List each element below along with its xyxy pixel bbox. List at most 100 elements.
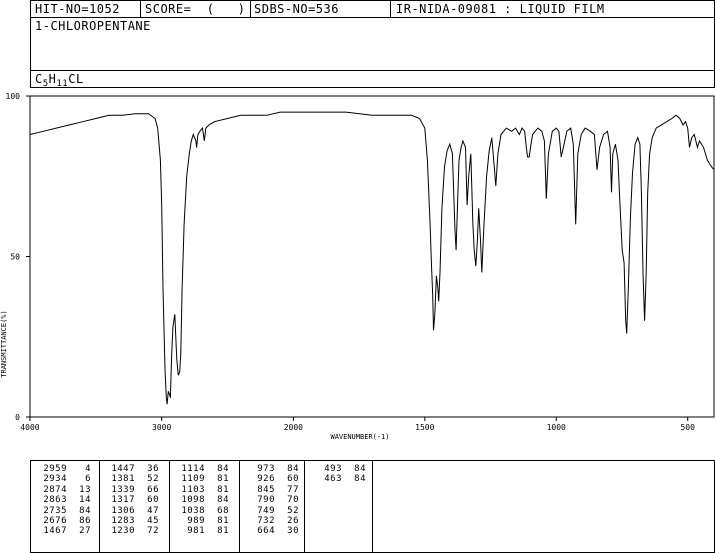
peak-wavenumber: 749: [257, 505, 275, 516]
peak-transmittance: 84: [217, 464, 229, 474]
peak-transmittance: 4: [85, 464, 91, 474]
x-tick-label: 1500: [415, 423, 434, 432]
peak-row: 1306 47: [105, 506, 159, 516]
x-tick-label: 2000: [284, 423, 303, 432]
peak-row: 493 84: [312, 464, 366, 474]
score: SCORE= ( ): [145, 2, 246, 16]
peak-row: 2959 4: [37, 464, 91, 474]
y-tick-label: 100: [6, 92, 21, 101]
peak-wavenumber: 790: [257, 495, 275, 506]
y-tick-label: 50: [10, 253, 20, 262]
peak-column: 973 84 926 60 845 77 790 70 749 52 732 26 664 30: [245, 464, 299, 537]
peak-transmittance: 13: [79, 484, 91, 495]
ir-spectrum-chart: 4000 3000 2000 1500 1000 500 0 50 100 WAVENUMBER…: [0, 92, 715, 441]
peak-row: 2863 14: [37, 495, 91, 505]
y-tick-label: 0: [15, 413, 20, 422]
peak-transmittance: 68: [217, 505, 229, 516]
peak-row: 664 30: [245, 526, 299, 536]
peak-table-divider: [239, 461, 240, 552]
peak-table-divider: [169, 461, 170, 552]
sdbs-number: SDBS-NO=536: [254, 2, 339, 16]
peak-transmittance: 84: [217, 495, 229, 506]
peak-transmittance: 36: [147, 464, 159, 474]
peak-transmittance: 81: [217, 484, 229, 495]
peak-row: 1038 68: [175, 506, 229, 516]
header-divider: [140, 1, 141, 17]
peak-transmittance: 84: [354, 474, 366, 485]
formula-rule: [31, 70, 714, 71]
peak-row: 1339 66: [105, 485, 159, 495]
peak-transmittance: 45: [147, 515, 159, 526]
header-divider: [390, 1, 391, 17]
peak-row: 1230 72: [105, 526, 159, 536]
peak-wavenumber: 2959: [43, 464, 67, 474]
peak-wavenumber: 1114: [181, 464, 205, 474]
peak-row: 1098 84: [175, 495, 229, 505]
peak-row: 845 77: [245, 485, 299, 495]
peak-wavenumber: 2874: [43, 484, 67, 495]
peak-row: 2874 13: [37, 485, 91, 495]
peak-wavenumber: 2735: [43, 505, 67, 516]
peak-transmittance: 77: [287, 484, 299, 495]
peak-wavenumber: 1317: [111, 495, 135, 506]
peak-wavenumber: 1038: [181, 505, 205, 516]
peak-wavenumber: 1467: [43, 526, 67, 537]
peak-wavenumber: 926: [257, 474, 275, 485]
chart-ticks: 4000 3000 2000 1500 1000 500 0 50 100: [6, 92, 696, 432]
peak-row: 1103 81: [175, 485, 229, 495]
peak-wavenumber: 1447: [111, 464, 135, 474]
peak-row: 1447 36: [105, 464, 159, 474]
peak-transmittance: 84: [287, 464, 299, 474]
peak-wavenumber: 973: [257, 464, 275, 474]
peak-transmittance: 14: [79, 495, 91, 506]
hit-number: HIT-NO=1052: [35, 2, 120, 16]
peak-transmittance: 81: [217, 526, 229, 537]
peak-row: 1283 45: [105, 516, 159, 526]
peak-transmittance: 86: [79, 515, 91, 526]
peak-transmittance: 81: [217, 515, 229, 526]
peak-wavenumber: 2934: [43, 474, 67, 485]
peak-column: 1114 84 1109 81 1103 81 1098 84 1038 68 989 81 981 81: [175, 464, 229, 537]
peak-wavenumber: 1306: [111, 505, 135, 516]
peak-row: 989 81: [175, 516, 229, 526]
chart-axes: [29, 95, 715, 418]
peak-wavenumber: 732: [257, 515, 275, 526]
peak-transmittance: 66: [147, 484, 159, 495]
peak-transmittance: 72: [147, 526, 159, 537]
peak-row: 1109 81: [175, 474, 229, 484]
ir-number: IR-NIDA-09081 : LIQUID FILM: [396, 2, 605, 16]
x-tick-label: 1000: [547, 423, 566, 432]
peak-wavenumber: 989: [187, 515, 205, 526]
peak-column: 493 84 463 84: [312, 464, 366, 485]
peak-transmittance: 47: [147, 505, 159, 516]
peak-wavenumber: 463: [324, 474, 342, 485]
peak-row: 981 81: [175, 526, 229, 536]
peak-wavenumber: 493: [324, 464, 342, 474]
peak-column: 1447 36 1381 52 1339 66 1317 60 1306 47 1283 45 1230…: [105, 464, 159, 537]
peak-row: 1317 60: [105, 495, 159, 505]
molecular-formula: C5H11CL: [35, 72, 84, 89]
plot-frame: [29, 95, 715, 418]
spectrum-line: [29, 111, 715, 405]
peak-row: 2735 84: [37, 506, 91, 516]
x-tick-label: 3000: [152, 423, 171, 432]
peak-transmittance: 60: [287, 474, 299, 485]
peak-wavenumber: 1098: [181, 495, 205, 506]
peak-row: 1114 84: [175, 464, 229, 474]
peak-row: 1381 52: [105, 474, 159, 484]
peak-wavenumber: 664: [257, 526, 275, 537]
peak-transmittance: 52: [287, 505, 299, 516]
peak-wavenumber: 1103: [181, 484, 205, 495]
header-divider: [250, 1, 251, 17]
peak-wavenumber: 1283: [111, 515, 135, 526]
peak-transmittance: 30: [287, 526, 299, 537]
peak-row: 926 60: [245, 474, 299, 484]
peak-transmittance: 26: [287, 515, 299, 526]
peak-wavenumber: 1109: [181, 474, 205, 485]
x-axis-label: WAVENUMBER(-1): [330, 433, 389, 441]
header-box: HIT-NO=1052 SCORE= ( ) SDBS-NO=536 IR-NI…: [30, 0, 715, 89]
compound-name: 1-CHLOROPENTANE: [35, 19, 151, 33]
peak-row: 732 26: [245, 516, 299, 526]
peak-table-divider: [99, 461, 100, 552]
peak-row: 2676 86: [37, 516, 91, 526]
